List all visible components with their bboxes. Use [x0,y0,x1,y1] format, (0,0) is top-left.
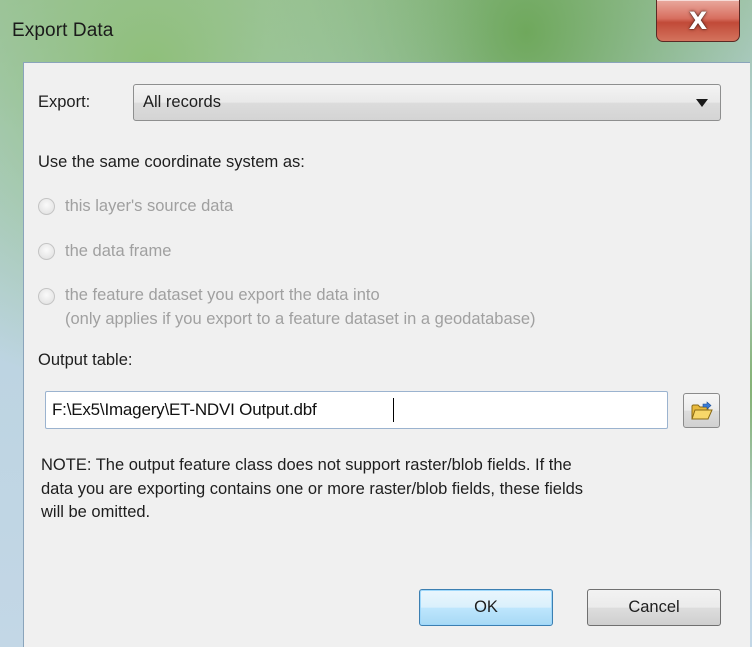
output-table-label: Output table: [38,351,133,369]
note-line: NOTE: The output feature class does not … [41,456,572,474]
text-caret [393,398,394,422]
export-note: NOTE: The output feature class does not … [41,454,741,525]
cancel-button[interactable]: Cancel [587,589,721,626]
ok-button[interactable]: OK [419,589,553,626]
browse-button[interactable] [683,393,720,428]
export-dropdown[interactable]: All records [133,84,721,121]
dialog-body: Export: All records Use the same coordin… [23,62,750,647]
output-table-input[interactable]: F:\Ex5\Imagery\ET-NDVI Output.dbf [45,391,668,429]
title-bar[interactable]: Export Data X [0,0,752,62]
radio-layer-source[interactable] [38,198,55,215]
radio-data-frame[interactable] [38,243,55,260]
note-line: will be omitted. [41,503,151,521]
radio-data-frame-label: the data frame [65,242,172,260]
radio-layer-source-label: this layer's source data [65,197,234,215]
export-selected-value: All records [143,93,221,111]
coordinate-heading: Use the same coordinate system as: [38,153,305,171]
output-table-value: F:\Ex5\Imagery\ET-NDVI Output.dbf [52,400,317,419]
radio-feature-dataset-label: the feature dataset you export the data … [65,286,380,304]
dialog-title: Export Data [12,20,114,41]
radio-feature-dataset[interactable] [38,288,55,305]
export-label: Export: [38,93,91,111]
close-icon: X [688,6,708,35]
radio-feature-dataset-sublabel: (only applies if you export to a feature… [65,310,536,328]
close-button[interactable]: X [656,0,740,42]
open-folder-icon [690,400,713,419]
note-line: data you are exporting contains one or m… [41,479,584,498]
export-data-dialog: Export Data X Export: All records Use th… [0,0,752,647]
chevron-down-icon [696,99,708,107]
